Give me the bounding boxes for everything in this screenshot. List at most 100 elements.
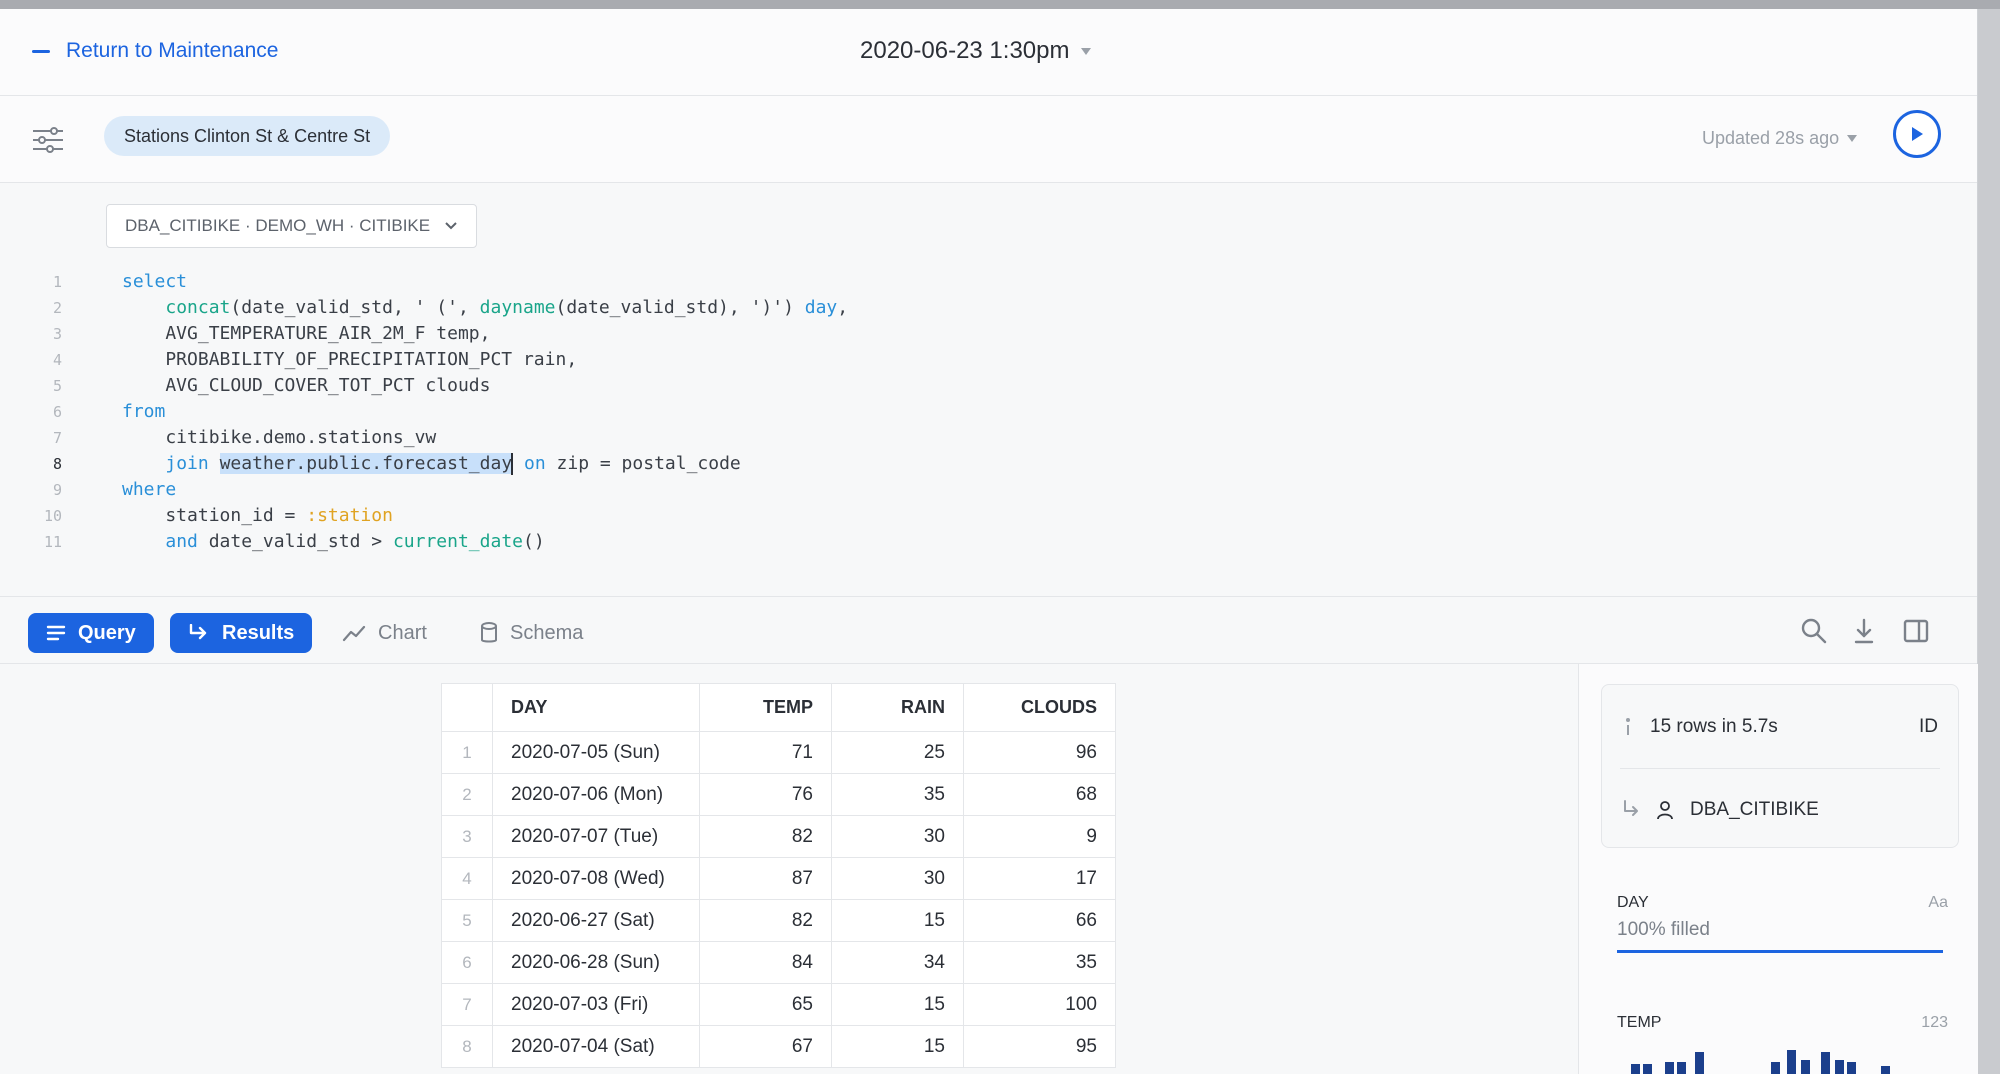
header: Return to Maintenance 2020-06-23 1:30pm: [0, 9, 1977, 96]
code-lines[interactable]: 1 select 2 concat(date_valid_std, ' (', d…: [0, 269, 848, 555]
window-right-edge: [1977, 9, 2000, 1074]
results-table: DAY TEMP RAIN CLOUDS 1 2020-07-05 (Sun) 71…: [441, 683, 1116, 1068]
cell-rain[interactable]: 35: [831, 773, 964, 816]
code-line: 4 PROBABILITY_OF_PRECIPITATION_PCT rain,: [0, 347, 848, 373]
cell-rain[interactable]: 25: [831, 731, 964, 774]
cell-rain[interactable]: 34: [831, 941, 964, 984]
run-button[interactable]: [1893, 110, 1941, 158]
line-number: 8: [52, 455, 62, 473]
header-rain[interactable]: RAIN: [831, 683, 964, 732]
tab-query[interactable]: Query: [28, 613, 154, 653]
return-arrow-icon: [1624, 800, 1638, 816]
return-to-maintenance-link[interactable]: Return to Maintenance: [32, 39, 278, 63]
table-row[interactable]: 7 2020-07-03 (Fri) 65 15 100: [441, 983, 1116, 1026]
search-icon[interactable]: [1800, 617, 1828, 645]
cell-clouds[interactable]: 96: [963, 731, 1116, 774]
cell-rain[interactable]: 15: [831, 1025, 964, 1068]
header-day[interactable]: DAY: [492, 683, 700, 732]
code-line: 6 from: [0, 399, 848, 425]
play-icon: [1912, 127, 1923, 141]
cell-temp[interactable]: 87: [699, 857, 832, 900]
filter-sliders-icon[interactable]: [32, 126, 64, 154]
updated-status[interactable]: Updated 28s ago: [1702, 128, 1858, 149]
row-index[interactable]: 8: [441, 1025, 493, 1068]
cell-temp[interactable]: 84: [699, 941, 832, 984]
histogram-bar: [1695, 1052, 1704, 1074]
code-text: join weather.public.forecast_day on zip …: [165, 453, 741, 475]
row-index[interactable]: 5: [441, 899, 493, 942]
header-temp[interactable]: TEMP: [699, 683, 832, 732]
code-text: and date_valid_std > current_date(): [165, 531, 545, 552]
chevron-down-icon: [445, 222, 457, 230]
histogram-bar: [1771, 1062, 1780, 1074]
tab-results-label: Results: [222, 621, 295, 644]
cell-day[interactable]: 2020-07-03 (Fri): [492, 983, 700, 1026]
return-link-label: Return to Maintenance: [66, 39, 279, 62]
row-index[interactable]: 2: [441, 773, 493, 816]
query-id-link[interactable]: ID: [1919, 716, 1938, 738]
table-row[interactable]: 6 2020-06-28 (Sun) 84 34 35: [441, 941, 1116, 984]
text-cursor-icon: [511, 453, 514, 475]
table-row[interactable]: 8 2020-07-04 (Sat) 67 15 95: [441, 1025, 1116, 1068]
cell-day[interactable]: 2020-07-06 (Mon): [492, 773, 700, 816]
cell-temp[interactable]: 65: [699, 983, 832, 1026]
histogram-bar: [1677, 1062, 1686, 1074]
cell-day[interactable]: 2020-07-04 (Sat): [492, 1025, 700, 1068]
row-index[interactable]: 4: [441, 857, 493, 900]
cell-clouds[interactable]: 35: [963, 941, 1116, 984]
line-number: 7: [52, 429, 62, 447]
cell-clouds[interactable]: 9: [963, 815, 1116, 858]
tab-schema[interactable]: Schema: [462, 613, 601, 653]
app-window: Return to Maintenance 2020-06-23 1:30pm …: [0, 9, 1978, 1074]
cell-rain[interactable]: 30: [831, 857, 964, 900]
cell-rain[interactable]: 15: [831, 899, 964, 942]
sql-editor[interactable]: DBA_CITIBIKE · DEMO_WH · CITIBIKE 1 selec…: [0, 183, 1977, 597]
row-index[interactable]: 6: [441, 941, 493, 984]
cell-rain[interactable]: 15: [831, 983, 964, 1026]
line-number: 9: [52, 481, 62, 499]
table-row[interactable]: 4 2020-07-08 (Wed) 87 30 17: [441, 857, 1116, 900]
cell-day[interactable]: 2020-06-28 (Sun): [492, 941, 700, 984]
row-index[interactable]: 7: [441, 983, 493, 1026]
cell-clouds[interactable]: 66: [963, 899, 1116, 942]
cell-temp[interactable]: 82: [699, 815, 832, 858]
header-clouds[interactable]: CLOUDS: [963, 683, 1116, 732]
back-dash-icon: [32, 49, 50, 53]
row-index[interactable]: 3: [441, 815, 493, 858]
cell-day[interactable]: 2020-07-08 (Wed): [492, 857, 700, 900]
split-panel-icon[interactable]: [1902, 617, 1930, 645]
row-index[interactable]: 1: [441, 731, 493, 774]
cell-clouds[interactable]: 95: [963, 1025, 1116, 1068]
table-header-row: DAY TEMP RAIN CLOUDS: [441, 683, 1116, 732]
table-row[interactable]: 2 2020-07-06 (Mon) 76 35 68: [441, 773, 1116, 816]
code-text: where: [122, 479, 177, 500]
cell-temp[interactable]: 76: [699, 773, 832, 816]
code-line: 5 AVG_CLOUD_COVER_TOT_PCT clouds: [0, 373, 848, 399]
cell-temp[interactable]: 82: [699, 899, 832, 942]
column-day-fill-bar: [1617, 950, 1943, 953]
tab-chart[interactable]: Chart: [324, 613, 445, 653]
return-arrow-icon: [189, 624, 207, 640]
cell-day[interactable]: 2020-06-27 (Sat): [492, 899, 700, 942]
cell-clouds[interactable]: 68: [963, 773, 1116, 816]
selected-text: weather.public.forecast_day: [219, 453, 513, 474]
code-line: 10 station_id = :station: [0, 503, 848, 529]
cell-clouds[interactable]: 100: [963, 983, 1116, 1026]
cell-temp[interactable]: 71: [699, 731, 832, 774]
table-row[interactable]: 3 2020-07-07 (Tue) 82 30 9: [441, 815, 1116, 858]
table-row[interactable]: 1 2020-07-05 (Sun) 71 25 96: [441, 731, 1116, 774]
datetime-picker[interactable]: 2020-06-23 1:30pm: [860, 37, 1092, 65]
cell-temp[interactable]: 67: [699, 1025, 832, 1068]
table-row[interactable]: 5 2020-06-27 (Sat) 82 15 66: [441, 899, 1116, 942]
role-name: DBA_CITIBIKE: [1690, 799, 1819, 820]
tab-results[interactable]: Results: [170, 613, 313, 653]
cell-day[interactable]: 2020-07-07 (Tue): [492, 815, 700, 858]
results-area: DAY TEMP RAIN CLOUDS 1 2020-07-05 (Sun) 71…: [0, 664, 1577, 1074]
line-number: 1: [52, 273, 62, 291]
cell-clouds[interactable]: 17: [963, 857, 1116, 900]
context-selector[interactable]: DBA_CITIBIKE · DEMO_WH · CITIBIKE: [106, 204, 478, 248]
cell-rain[interactable]: 30: [831, 815, 964, 858]
cell-day[interactable]: 2020-07-05 (Sun): [492, 731, 700, 774]
station-filter-pill[interactable]: Stations Clinton St & Centre St: [104, 116, 391, 156]
download-icon[interactable]: [1850, 617, 1878, 645]
